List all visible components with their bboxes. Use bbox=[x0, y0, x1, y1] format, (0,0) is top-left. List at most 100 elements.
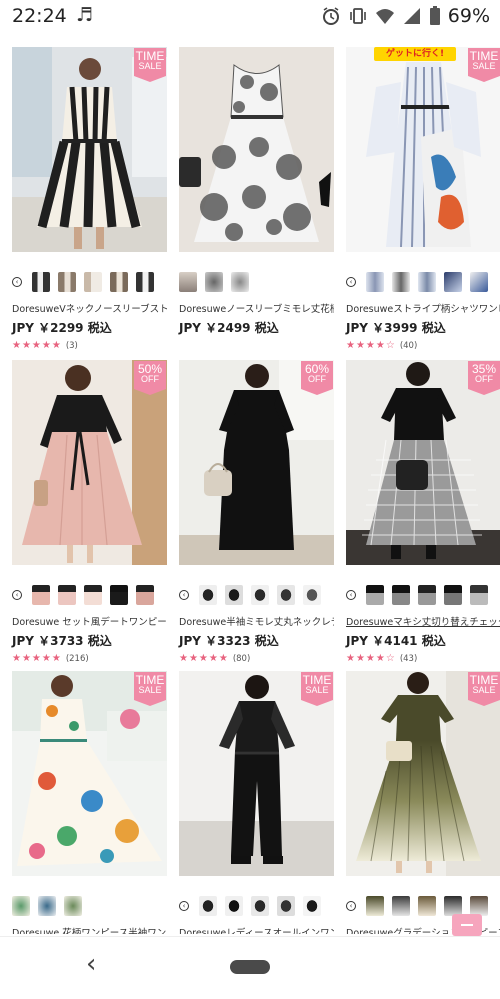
thumbnail[interactable] bbox=[251, 585, 269, 605]
thumbnail[interactable] bbox=[303, 896, 321, 916]
thumbnail[interactable] bbox=[199, 896, 217, 916]
chevron-left-icon[interactable]: ‹ bbox=[179, 901, 189, 911]
product-title[interactable]: DoresuweVネックノースリーブストライプ bbox=[12, 301, 167, 315]
product-price: JPY ￥2299 税込 bbox=[12, 321, 112, 335]
battery-percent: 69% bbox=[447, 5, 490, 27]
thumbnail[interactable] bbox=[225, 585, 243, 605]
thumbnail[interactable] bbox=[64, 896, 82, 916]
thumbnail[interactable] bbox=[58, 585, 76, 605]
thumbnail[interactable] bbox=[392, 896, 410, 916]
product-title[interactable]: Doresuwe半袖ミモレ丈丸ネックレディー bbox=[179, 614, 334, 628]
thumbnail[interactable] bbox=[418, 272, 436, 292]
thumbnail[interactable] bbox=[205, 272, 223, 292]
thumbnail[interactable] bbox=[277, 585, 295, 605]
thumbnail[interactable] bbox=[251, 896, 269, 916]
home-pill-button[interactable] bbox=[230, 960, 270, 974]
thumbnail[interactable] bbox=[392, 272, 410, 292]
color-thumbnails: ‹ bbox=[346, 270, 488, 294]
floating-menu-button[interactable] bbox=[452, 914, 482, 936]
vibrate-icon bbox=[349, 8, 366, 24]
product-title[interactable]: Doresuweレディースオールインワン Vネ bbox=[179, 925, 334, 934]
battery-icon bbox=[429, 6, 440, 25]
signal-icon bbox=[403, 8, 420, 24]
promo-banner[interactable]: ゲットに行く! bbox=[374, 47, 456, 61]
product-title[interactable]: Doresuwe 花柄ワンピース半袖ワンピース bbox=[12, 925, 167, 934]
product-title[interactable]: Doresuweマキシ丈切り替えチェック柄ワ bbox=[346, 614, 500, 628]
minus-icon bbox=[461, 924, 473, 926]
thumbnail[interactable] bbox=[32, 585, 50, 605]
thumbnail[interactable] bbox=[418, 896, 436, 916]
product-title[interactable]: Doresuwe セット風デートワンピースレデ bbox=[12, 614, 167, 628]
product-image[interactable]: TIME SALE bbox=[12, 47, 167, 252]
product-rating: ★★★★★ (80) bbox=[179, 653, 250, 664]
product-image[interactable]: 50% OFF bbox=[12, 360, 167, 565]
rating-stars: ★★★★★ bbox=[179, 653, 229, 664]
sale-badge: TIME SALE bbox=[134, 48, 166, 82]
thumbnail[interactable] bbox=[470, 585, 488, 605]
sale-badge: TIME SALE bbox=[301, 672, 333, 706]
thumbnail[interactable] bbox=[58, 272, 76, 292]
discount-badge: 60% OFF bbox=[301, 361, 333, 395]
thumbnail[interactable] bbox=[84, 585, 102, 605]
thumbnail[interactable] bbox=[231, 272, 249, 292]
status-icons: 69% bbox=[321, 5, 490, 27]
thumbnail[interactable] bbox=[277, 896, 295, 916]
thumbnail[interactable] bbox=[84, 272, 102, 292]
thumbnail[interactable] bbox=[32, 272, 50, 292]
thumbnail[interactable] bbox=[366, 272, 384, 292]
thumbnail[interactable] bbox=[136, 585, 154, 605]
product-image[interactable]: TIME SALE bbox=[346, 671, 500, 876]
discount-badge: 50% OFF bbox=[134, 361, 166, 395]
sale-badge: TIME SALE bbox=[134, 672, 166, 706]
rating-stars: ★★★★☆ bbox=[346, 340, 396, 351]
thumbnail[interactable] bbox=[444, 272, 462, 292]
thumbnail[interactable] bbox=[110, 272, 128, 292]
thumbnail[interactable] bbox=[110, 585, 128, 605]
back-icon[interactable]: ‹ bbox=[86, 951, 96, 977]
thumbnail[interactable] bbox=[470, 896, 488, 916]
chevron-left-icon[interactable]: ‹ bbox=[179, 590, 189, 600]
thumbnail[interactable] bbox=[366, 896, 384, 916]
thumbnail[interactable] bbox=[136, 272, 154, 292]
product-price: JPY ￥2499 税込 bbox=[179, 321, 279, 335]
product-image[interactable]: 35% OFF bbox=[346, 360, 500, 565]
navigation-bar: ‹ bbox=[0, 936, 500, 999]
product-price: JPY ￥4141 税込 bbox=[346, 634, 446, 648]
product-rating: ★★★★★ (216) bbox=[12, 653, 89, 664]
thumbnail[interactable] bbox=[444, 585, 462, 605]
product-title[interactable]: Doresuweノースリーブミモレ丈花柄ワン bbox=[179, 301, 334, 315]
thumbnail[interactable] bbox=[470, 272, 488, 292]
chevron-left-icon[interactable]: ‹ bbox=[12, 277, 22, 287]
thumbnail[interactable] bbox=[225, 896, 243, 916]
thumbnail[interactable] bbox=[366, 585, 384, 605]
product-title[interactable]: Doresuweストライプ柄シャツワンピース bbox=[346, 301, 500, 315]
chevron-left-icon[interactable]: ‹ bbox=[346, 901, 356, 911]
review-count: (43) bbox=[399, 653, 418, 664]
chevron-left-icon[interactable]: ‹ bbox=[12, 590, 22, 600]
status-time: 22:24 bbox=[12, 5, 67, 27]
product-image[interactable] bbox=[179, 47, 334, 252]
chevron-left-icon[interactable]: ‹ bbox=[346, 277, 356, 287]
alarm-icon bbox=[322, 7, 339, 25]
product-price: JPY ￥3323 税込 bbox=[179, 634, 279, 648]
color-thumbnails: ‹ bbox=[12, 270, 154, 294]
thumbnail[interactable] bbox=[392, 585, 410, 605]
product-rating: ★★★★★ (3) bbox=[12, 340, 78, 351]
thumbnail[interactable] bbox=[418, 585, 436, 605]
chevron-left-icon[interactable]: ‹ bbox=[346, 590, 356, 600]
product-image[interactable]: 60% OFF bbox=[179, 360, 334, 565]
thumbnail[interactable] bbox=[199, 585, 217, 605]
color-thumbnails bbox=[12, 894, 82, 918]
product-image[interactable]: TIME SALE bbox=[179, 671, 334, 876]
review-count: (40) bbox=[399, 340, 418, 351]
thumbnail[interactable] bbox=[444, 896, 462, 916]
product-price: JPY ￥3733 税込 bbox=[12, 634, 112, 648]
product-image[interactable]: TIME SALE bbox=[12, 671, 167, 876]
thumbnail[interactable] bbox=[12, 896, 30, 916]
thumbnail[interactable] bbox=[38, 896, 56, 916]
thumbnail[interactable] bbox=[179, 272, 197, 292]
product-price: JPY ￥3999 税込 bbox=[346, 321, 446, 335]
music-note-icon: ♬ bbox=[76, 4, 94, 26]
thumbnail[interactable] bbox=[303, 585, 321, 605]
product-image[interactable]: ゲットに行く! TIME SALE bbox=[346, 47, 500, 252]
